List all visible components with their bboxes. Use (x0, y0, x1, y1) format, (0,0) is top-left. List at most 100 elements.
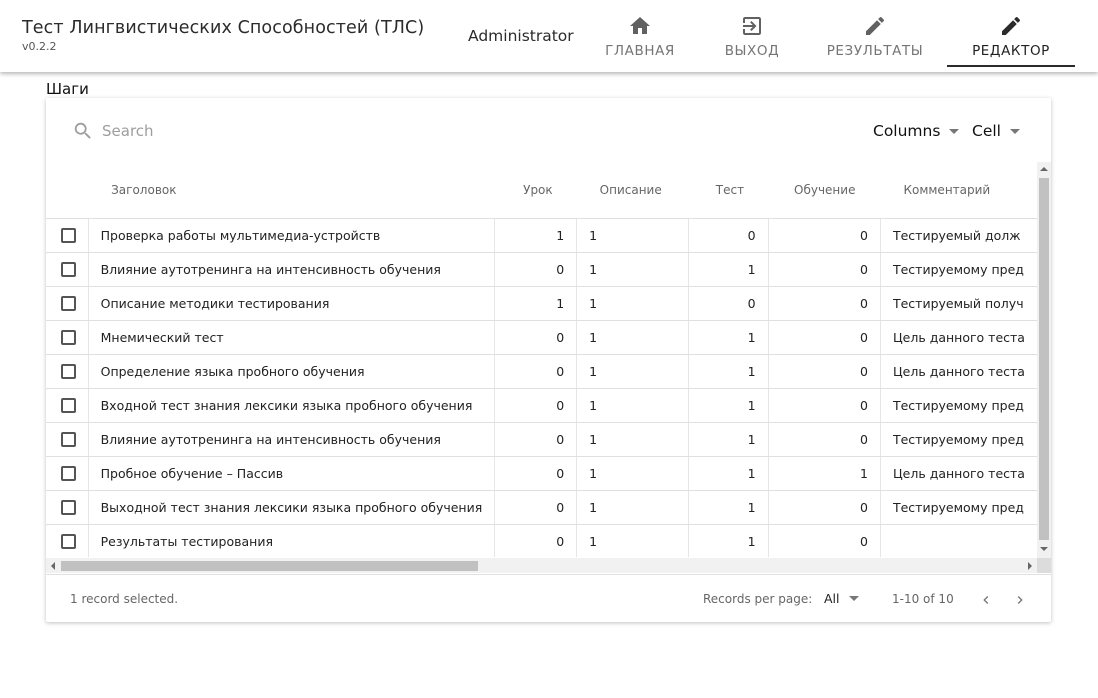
horizontal-scrollbar[interactable] (46, 558, 1037, 573)
table-row[interactable]: Выходной тест знания лексики языка пробн… (46, 490, 1037, 525)
row-checkbox[interactable] (61, 295, 76, 311)
row-checkbox[interactable] (61, 261, 76, 277)
table-row[interactable]: Мнемический тест 0 1 1 0 Цель данного те… (46, 320, 1037, 355)
tab-results[interactable]: РЕЗУЛЬТАТЫ (822, 0, 928, 68)
cell-title[interactable]: Входной тест знания лексики языка пробно… (88, 388, 496, 423)
cell-description[interactable]: 1 (576, 354, 690, 389)
cell-description[interactable]: 1 (576, 524, 690, 557)
cell-lesson[interactable]: 0 (494, 490, 578, 525)
cell-test[interactable]: 0 (688, 218, 769, 253)
row-checkbox[interactable] (61, 227, 76, 243)
cell-test[interactable]: 1 (688, 524, 769, 557)
cell-title[interactable]: Выходной тест знания лексики языка пробн… (88, 490, 496, 525)
row-checkbox[interactable] (61, 431, 76, 447)
cell-training[interactable]: 0 (768, 388, 881, 423)
row-checkbox[interactable] (61, 397, 76, 413)
cell-dropdown[interactable]: Cell (972, 122, 1020, 140)
cell-test[interactable]: 1 (688, 422, 769, 457)
scroll-right-icon[interactable] (1028, 562, 1032, 570)
cell-comment[interactable]: Цель данного теста (880, 456, 1037, 491)
cell-lesson[interactable]: 0 (494, 320, 578, 355)
column-header-lesson[interactable]: Урок (494, 162, 577, 219)
cell-training[interactable]: 0 (768, 252, 881, 287)
cell-training[interactable]: 0 (768, 524, 881, 557)
cell-title[interactable]: Результаты тестирования (88, 524, 496, 557)
table-row[interactable]: Влияние аутотренинга на интенсивность об… (46, 422, 1037, 457)
cell-comment[interactable]: Тестируемый получ (880, 286, 1037, 321)
columns-dropdown[interactable]: Columns (873, 122, 960, 140)
row-checkbox[interactable] (61, 465, 76, 481)
table-row[interactable]: Определение языка пробного обучения 0 1 … (46, 354, 1037, 389)
table-row[interactable]: Пробное обучение – Пассив 0 1 1 1 Цель д… (46, 456, 1037, 491)
records-per-page-select[interactable]: All (824, 591, 859, 606)
vertical-scrollbar[interactable] (1037, 162, 1051, 573)
column-header-test[interactable]: Тест (688, 162, 769, 219)
column-header-training[interactable]: Обучение (768, 162, 881, 219)
table-row[interactable]: Проверка работы мультимедиа-устройств 1 … (46, 218, 1037, 253)
cell-description[interactable]: 1 (576, 320, 690, 355)
cell-lesson[interactable]: 0 (494, 422, 578, 457)
scroll-left-icon[interactable] (51, 562, 55, 570)
cell-comment[interactable]: Тестируемому пред (880, 422, 1037, 457)
cell-lesson[interactable]: 1 (494, 286, 578, 321)
cell-description[interactable]: 1 (576, 456, 690, 491)
cell-test[interactable]: 1 (688, 388, 769, 423)
cell-comment[interactable]: Тестируемому пред (880, 490, 1037, 525)
cell-title[interactable]: Проверка работы мультимедиа-устройств (88, 218, 496, 253)
table-row[interactable]: Влияние аутотренинга на интенсивность об… (46, 252, 1037, 287)
cell-lesson[interactable]: 1 (494, 218, 578, 253)
cell-training[interactable]: 0 (768, 490, 881, 525)
cell-lesson[interactable]: 0 (494, 354, 578, 389)
cell-description[interactable]: 1 (576, 422, 690, 457)
cell-lesson[interactable]: 0 (494, 456, 578, 491)
cell-lesson[interactable]: 0 (494, 524, 578, 557)
cell-comment[interactable]: Цель данного теста (880, 320, 1037, 355)
cell-title[interactable]: Определение языка пробного обучения (88, 354, 496, 389)
previous-page-icon[interactable] (978, 592, 994, 608)
row-checkbox[interactable] (61, 533, 76, 549)
tab-editor[interactable]: РЕДАКТОР (958, 0, 1064, 68)
cell-description[interactable]: 1 (576, 252, 690, 287)
cell-description[interactable]: 1 (576, 388, 690, 423)
cell-title[interactable]: Пробное обучение – Пассив (88, 456, 496, 491)
cell-description[interactable]: 1 (576, 286, 690, 321)
cell-title[interactable]: Описание методики тестирования (88, 286, 496, 321)
search-box[interactable] (72, 120, 300, 142)
column-header-comment[interactable]: Комментарий (880, 162, 1037, 219)
cell-training[interactable]: 0 (768, 354, 881, 389)
vertical-scroll-thumb[interactable] (1039, 178, 1049, 540)
cell-comment[interactable]: Цель данного теста (880, 354, 1037, 389)
cell-title[interactable]: Мнемический тест (88, 320, 496, 355)
cell-test[interactable]: 1 (688, 320, 769, 355)
cell-comment[interactable] (880, 524, 1037, 557)
cell-comment[interactable]: Тестируемый долж (880, 218, 1037, 253)
cell-test[interactable]: 1 (688, 252, 769, 287)
search-input[interactable] (100, 121, 300, 141)
cell-test[interactable]: 1 (688, 490, 769, 525)
cell-comment[interactable]: Тестируемому пред (880, 252, 1037, 287)
table-row[interactable]: Описание методики тестирования 1 1 0 0 Т… (46, 286, 1037, 321)
cell-training[interactable]: 0 (768, 286, 881, 321)
table-row[interactable]: Входной тест знания лексики языка пробно… (46, 388, 1037, 423)
cell-training[interactable]: 1 (768, 456, 881, 491)
cell-test[interactable]: 0 (688, 286, 769, 321)
column-header-title[interactable]: Заголовок (88, 162, 495, 219)
cell-training[interactable]: 0 (768, 422, 881, 457)
cell-comment[interactable]: Тестируемому пред (880, 388, 1037, 423)
scroll-up-icon[interactable] (1040, 167, 1048, 171)
cell-test[interactable]: 1 (688, 354, 769, 389)
table-row[interactable]: Результаты тестирования 0 1 1 0 (46, 524, 1037, 557)
cell-training[interactable]: 0 (768, 218, 881, 253)
cell-training[interactable]: 0 (768, 320, 881, 355)
cell-lesson[interactable]: 0 (494, 252, 578, 287)
row-checkbox[interactable] (61, 329, 76, 345)
row-checkbox[interactable] (61, 499, 76, 515)
column-header-description[interactable]: Описание (576, 162, 689, 219)
cell-description[interactable]: 1 (576, 490, 690, 525)
next-page-icon[interactable] (1012, 592, 1028, 608)
scroll-down-icon[interactable] (1040, 547, 1048, 551)
cell-title[interactable]: Влияние аутотренинга на интенсивность об… (88, 422, 496, 457)
cell-test[interactable]: 1 (688, 456, 769, 491)
cell-description[interactable]: 1 (576, 218, 690, 253)
row-checkbox[interactable] (61, 363, 76, 379)
